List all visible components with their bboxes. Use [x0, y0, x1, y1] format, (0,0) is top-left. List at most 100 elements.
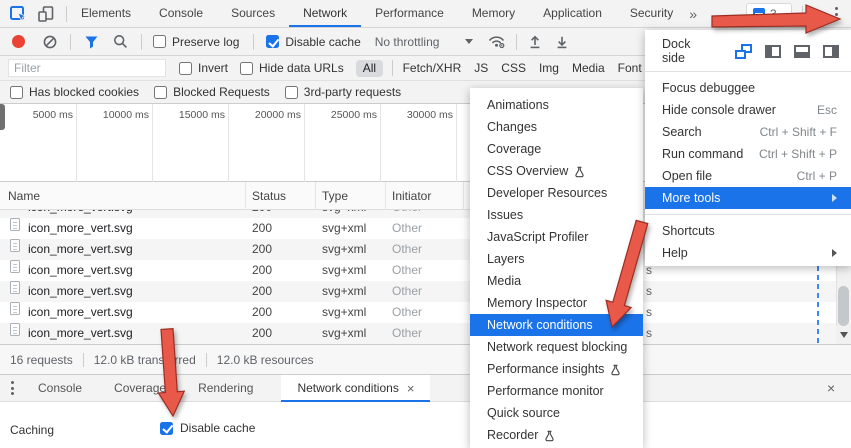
- tab-console[interactable]: Console: [145, 0, 217, 27]
- table-row[interactable]: icon_more_vert.svg 200 svg+xml Other s: [0, 302, 851, 323]
- inspect-element-icon[interactable]: [10, 6, 28, 22]
- menu-item-open-file[interactable]: Open file Ctrl + P: [645, 165, 851, 187]
- menu-item-issues[interactable]: Issues: [470, 204, 643, 226]
- menu-item-coverage[interactable]: Coverage: [470, 138, 643, 160]
- menu-item-css-overview[interactable]: CSS Overview: [470, 160, 643, 182]
- drawer-tab-console[interactable]: Console: [22, 375, 98, 402]
- timeline-tick-label: 10000 ms: [77, 109, 149, 121]
- device-toolbar-icon[interactable]: [38, 6, 56, 22]
- tab-sources[interactable]: Sources: [217, 0, 289, 27]
- filter-type-img[interactable]: Img: [539, 61, 559, 75]
- menu-item-quick-source[interactable]: Quick source: [470, 402, 643, 424]
- filter-type-fetch-xhr[interactable]: Fetch/XHR: [403, 61, 462, 75]
- menu-divider: [645, 214, 851, 215]
- tab-security[interactable]: Security: [616, 0, 687, 27]
- toolbar-divider: [802, 6, 803, 22]
- menu-item-performance-monitor[interactable]: Performance monitor: [470, 380, 643, 402]
- filter-type-media[interactable]: Media: [572, 61, 605, 75]
- column-header-name[interactable]: Name: [8, 189, 40, 203]
- export-har-icon[interactable]: [555, 34, 569, 49]
- menu-item-run-command[interactable]: Run command Ctrl + Shift + P: [645, 143, 851, 165]
- drawer-tab-coverage[interactable]: Coverage: [98, 375, 182, 402]
- third-party-requests-checkbox[interactable]: 3rd-party requests: [285, 85, 401, 99]
- dock-left-icon[interactable]: [765, 45, 781, 58]
- triangle-down-icon: [840, 332, 848, 338]
- summary-divider: [83, 353, 84, 367]
- menu-item-shortcuts[interactable]: Shortcuts: [645, 220, 851, 242]
- network-conditions-panel: [0, 402, 851, 448]
- blocked-requests-checkbox[interactable]: Blocked Requests: [154, 85, 270, 99]
- file-icon: [10, 281, 20, 294]
- tab-performance[interactable]: Performance: [361, 0, 458, 27]
- menu-item-javascript-profiler[interactable]: JavaScript Profiler: [470, 226, 643, 248]
- menu-item-network-conditions[interactable]: Network conditions: [470, 314, 643, 336]
- dock-side-row: Dock side: [645, 36, 851, 66]
- overview-scroll-nub[interactable]: [0, 104, 5, 130]
- more-tabs-icon[interactable]: »: [689, 6, 697, 22]
- record-network-log-icon[interactable]: [12, 35, 25, 48]
- import-har-icon[interactable]: [528, 34, 542, 49]
- table-row[interactable]: icon_more_vert.svg 200 svg+xml Other s: [0, 323, 851, 344]
- menu-item-network-request-blocking[interactable]: Network request blocking: [470, 336, 643, 358]
- table-row[interactable]: icon_more_vert.svg 200 svg+xml Other s: [0, 281, 851, 302]
- issues-icon: [753, 8, 765, 20]
- menu-item-help[interactable]: Help: [645, 242, 851, 264]
- drawer-menu-icon[interactable]: [11, 381, 14, 395]
- filter-type-font[interactable]: Font: [618, 61, 642, 75]
- close-drawer-icon[interactable]: ×: [827, 380, 835, 396]
- tab-application[interactable]: Application: [529, 0, 616, 27]
- column-header-status[interactable]: Status: [252, 189, 286, 203]
- filter-input[interactable]: [8, 59, 166, 77]
- invert-checkbox[interactable]: Invert: [179, 61, 228, 75]
- search-icon[interactable]: [113, 34, 128, 49]
- menu-item-focus-debuggee[interactable]: Focus debuggee: [645, 77, 851, 99]
- checkbox-unchecked: [179, 62, 192, 75]
- menu-item-layers[interactable]: Layers: [470, 248, 643, 270]
- dock-bottom-icon[interactable]: [794, 45, 810, 58]
- menu-item-memory-inspector[interactable]: Memory Inspector: [470, 292, 643, 314]
- menu-item-developer-resources[interactable]: Developer Resources: [470, 182, 643, 204]
- dock-right-icon[interactable]: [823, 45, 839, 58]
- tab-elements[interactable]: Elements: [67, 0, 145, 27]
- menu-item-animations[interactable]: Animations: [470, 94, 643, 116]
- customize-devtools-icon[interactable]: [835, 7, 838, 21]
- dock-side-label: Dock side: [662, 37, 716, 65]
- column-header-initiator[interactable]: Initiator: [392, 189, 431, 203]
- close-tab-icon[interactable]: ×: [407, 375, 415, 402]
- tab-network[interactable]: Network: [289, 0, 361, 27]
- menu-item-performance-insights[interactable]: Performance insights: [470, 358, 643, 380]
- throttling-dropdown[interactable]: No throttling: [375, 35, 474, 49]
- checkbox-unchecked: [154, 86, 167, 99]
- clear-network-log-icon[interactable]: [42, 34, 58, 50]
- file-icon: [10, 302, 20, 315]
- menu-item-media[interactable]: Media: [470, 270, 643, 292]
- network-conditions-icon[interactable]: [488, 34, 506, 49]
- scrollbar-down-button[interactable]: [836, 326, 851, 344]
- menu-item-hide-console-drawer[interactable]: Hide console drawer Esc: [645, 99, 851, 121]
- filter-type-js[interactable]: JS: [474, 61, 488, 75]
- menu-item-more-tools[interactable]: More tools: [645, 187, 851, 209]
- undock-icon[interactable]: [735, 44, 752, 59]
- submenu-arrow-icon: [832, 249, 837, 257]
- filter-funnel-icon[interactable]: [84, 35, 99, 49]
- devtools-tab-bar: Elements Console Sources Network Perform…: [0, 0, 851, 28]
- has-blocked-cookies-checkbox[interactable]: Has blocked cookies: [10, 85, 139, 99]
- issues-badge[interactable]: 3: [746, 3, 792, 25]
- submenu-arrow-icon: [832, 194, 837, 202]
- drawer-tab-network-conditions[interactable]: Network conditions ×: [281, 375, 430, 402]
- menu-item-search[interactable]: Search Ctrl + Shift + F: [645, 121, 851, 143]
- scrollbar-thumb[interactable]: [838, 286, 849, 326]
- preserve-log-checkbox[interactable]: Preserve log: [153, 35, 239, 49]
- filter-type-all[interactable]: All: [356, 60, 383, 77]
- toolbar-divider: [70, 34, 71, 50]
- menu-item-changes[interactable]: Changes: [470, 116, 643, 138]
- menu-item-recorder[interactable]: Recorder: [470, 424, 643, 446]
- filter-type-css[interactable]: CSS: [501, 61, 526, 75]
- disable-cache-checkbox[interactable]: Disable cache: [266, 35, 360, 49]
- tab-memory[interactable]: Memory: [458, 0, 529, 27]
- hide-data-urls-checkbox[interactable]: Hide data URLs: [240, 61, 344, 75]
- drawer-disable-cache-checkbox[interactable]: Disable cache: [160, 421, 255, 435]
- timeline-gridline: [456, 104, 457, 182]
- drawer-tab-rendering[interactable]: Rendering: [182, 375, 269, 402]
- column-header-type[interactable]: Type: [322, 189, 348, 203]
